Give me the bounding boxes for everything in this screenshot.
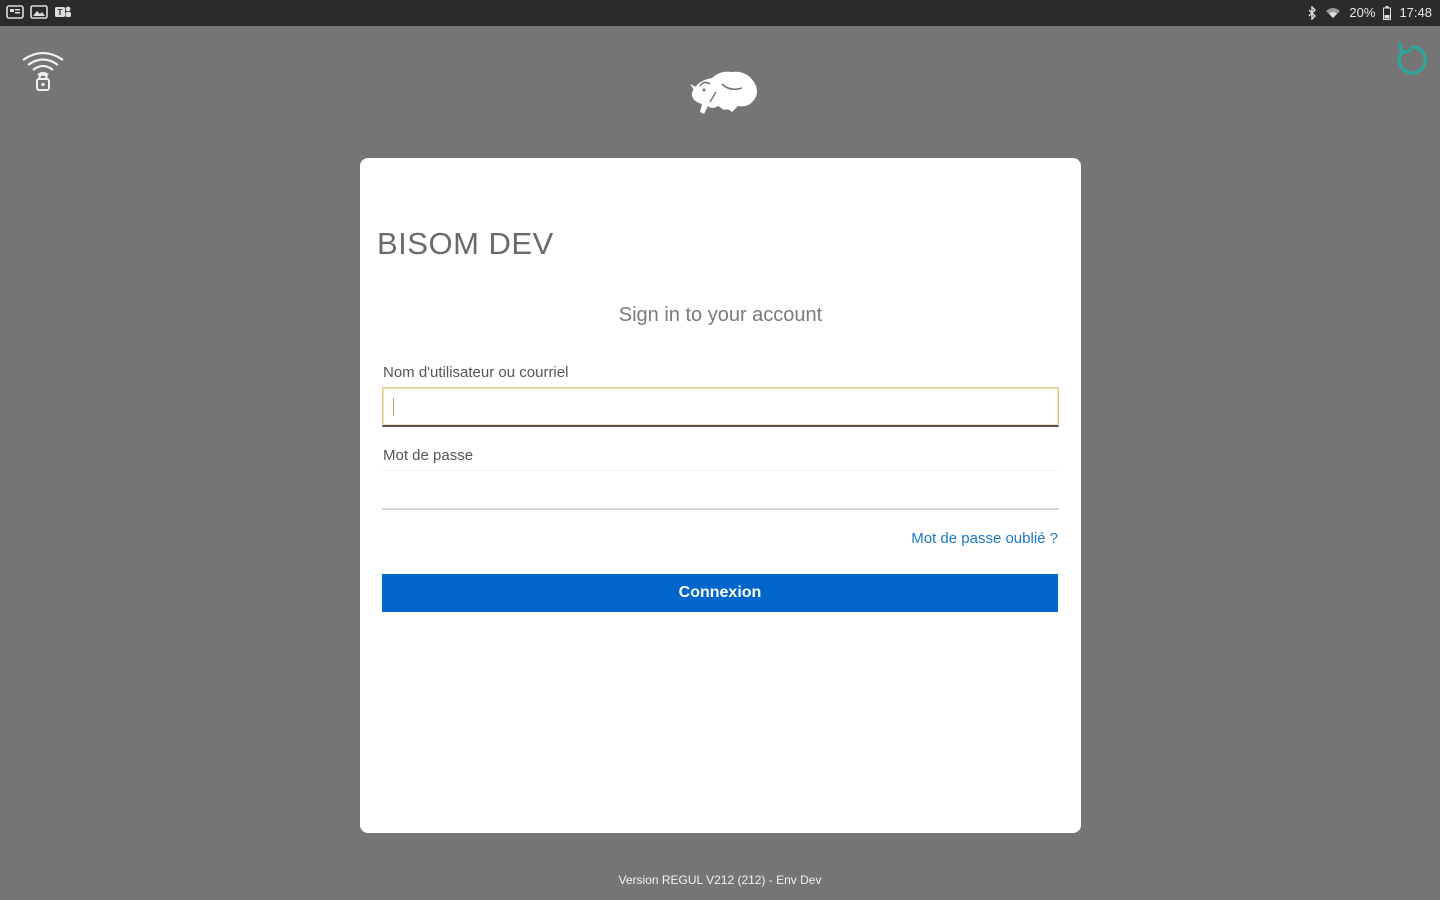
status-bar: T 20% 17:48 [0, 0, 1440, 26]
notification-app-icon [6, 4, 24, 20]
status-left-icons: T [6, 4, 72, 20]
bison-logo [678, 62, 762, 122]
status-right: 20% 17:48 [1307, 5, 1432, 20]
username-field[interactable] [382, 387, 1059, 427]
login-button[interactable]: Connexion [382, 574, 1058, 612]
battery-icon [1383, 5, 1392, 20]
bluetooth-icon [1307, 5, 1317, 20]
gallery-icon [30, 4, 48, 20]
text-cursor [393, 398, 394, 416]
login-card: BISOM DEV Sign in to your account Nom d'… [360, 158, 1081, 833]
page-subtitle: Sign in to your account [618, 304, 823, 326]
battery-percent: 20% [1349, 5, 1376, 20]
clock: 17:48 [1399, 5, 1432, 20]
password-field[interactable] [382, 470, 1059, 510]
realm-title: BISOM DEV [377, 226, 554, 261]
username-label: Nom d'utilisateur ou courriel [383, 364, 569, 381]
svg-text:T: T [58, 8, 63, 17]
version-text: Version REGUL V212 (212) - Env Dev [618, 873, 822, 887]
wifi-lock-icon [20, 48, 66, 94]
refresh-icon[interactable] [1392, 40, 1432, 80]
password-label: Mot de passe [383, 447, 474, 464]
teams-icon: T [54, 4, 72, 20]
forgot-password-link[interactable]: Mot de passe oublié ? [911, 530, 1058, 547]
wifi-icon [1325, 7, 1341, 19]
